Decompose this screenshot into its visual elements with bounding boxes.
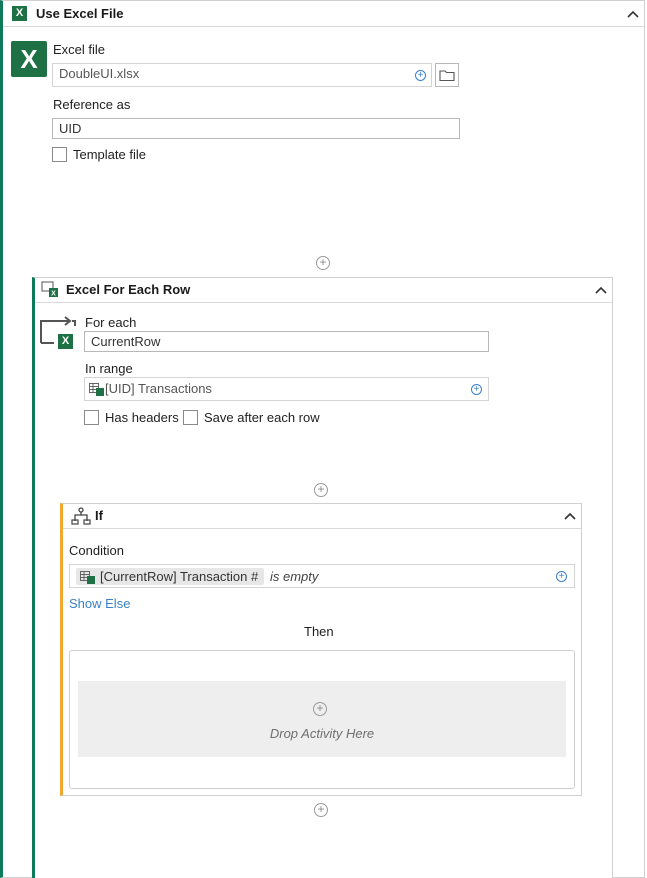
excel-file-input[interactable]: DoubleUI.xlsx + xyxy=(52,63,432,87)
condition-field-value: [CurrentRow] Transaction # xyxy=(100,569,259,584)
condition-input[interactable]: [CurrentRow] Transaction # is empty + xyxy=(69,564,575,588)
save-after-each-row-label: Save after each row xyxy=(204,410,320,425)
excel-small-icon: X xyxy=(58,334,73,349)
for-each-label: For each xyxy=(85,315,137,330)
use-excel-file-header[interactable]: X Use Excel File xyxy=(3,0,644,27)
collapse-chevron-icon[interactable] xyxy=(563,511,577,521)
template-file-label: Template file xyxy=(73,147,146,162)
drop-activity-zone[interactable]: + Drop Activity Here xyxy=(78,681,566,757)
excel-icon: X xyxy=(12,6,27,21)
svg-text:X: X xyxy=(51,291,56,298)
excel-for-each-row-title: Excel For Each Row xyxy=(66,282,191,297)
add-activity-icon[interactable]: + xyxy=(313,702,327,716)
collapse-chevron-icon[interactable] xyxy=(594,285,608,295)
condition-label: Condition xyxy=(69,543,124,558)
add-expression-icon[interactable]: + xyxy=(556,571,567,582)
condition-operator: is empty xyxy=(270,569,319,584)
add-expression-icon[interactable]: + xyxy=(471,384,482,395)
excel-range-icon xyxy=(80,571,95,584)
for-each-value: CurrentRow xyxy=(91,334,161,349)
reference-as-label: Reference as xyxy=(53,97,131,112)
reference-as-input[interactable]: UID xyxy=(52,118,460,139)
if-branch-icon xyxy=(71,507,91,525)
show-else-link[interactable]: Show Else xyxy=(69,596,130,611)
if-title: If xyxy=(95,508,103,523)
excel-large-icon: X xyxy=(11,41,47,77)
has-headers-checkbox[interactable] xyxy=(84,410,99,425)
template-file-checkbox[interactable] xyxy=(52,147,67,162)
browse-folder-button[interactable] xyxy=(435,63,459,87)
then-label: Then xyxy=(304,624,334,639)
excel-range-icon xyxy=(89,383,104,396)
folder-icon xyxy=(439,70,455,82)
for-each-row-icon: X xyxy=(41,281,58,298)
add-activity-icon[interactable]: + xyxy=(316,256,330,270)
for-each-input[interactable]: CurrentRow xyxy=(84,331,489,352)
use-excel-file-title: Use Excel File xyxy=(36,6,124,21)
excel-file-value: DoubleUI.xlsx xyxy=(59,66,140,81)
has-headers-label: Has headers xyxy=(105,410,179,425)
add-activity-icon[interactable]: + xyxy=(314,483,328,497)
excel-for-each-row-header[interactable]: X Excel For Each Row xyxy=(35,277,612,303)
save-after-each-row-checkbox[interactable] xyxy=(183,410,198,425)
reference-as-value: UID xyxy=(59,121,82,136)
in-range-label: In range xyxy=(85,361,133,376)
add-activity-icon[interactable]: + xyxy=(314,803,328,817)
excel-file-label: Excel file xyxy=(53,42,106,57)
collapse-chevron-icon[interactable] xyxy=(626,9,640,19)
if-header[interactable]: If xyxy=(63,503,581,529)
in-range-input[interactable]: [UID] Transactions + xyxy=(84,377,489,401)
add-expression-icon[interactable]: + xyxy=(415,70,426,81)
drop-activity-placeholder: Drop Activity Here xyxy=(269,726,375,741)
in-range-value: [UID] Transactions xyxy=(105,381,212,396)
